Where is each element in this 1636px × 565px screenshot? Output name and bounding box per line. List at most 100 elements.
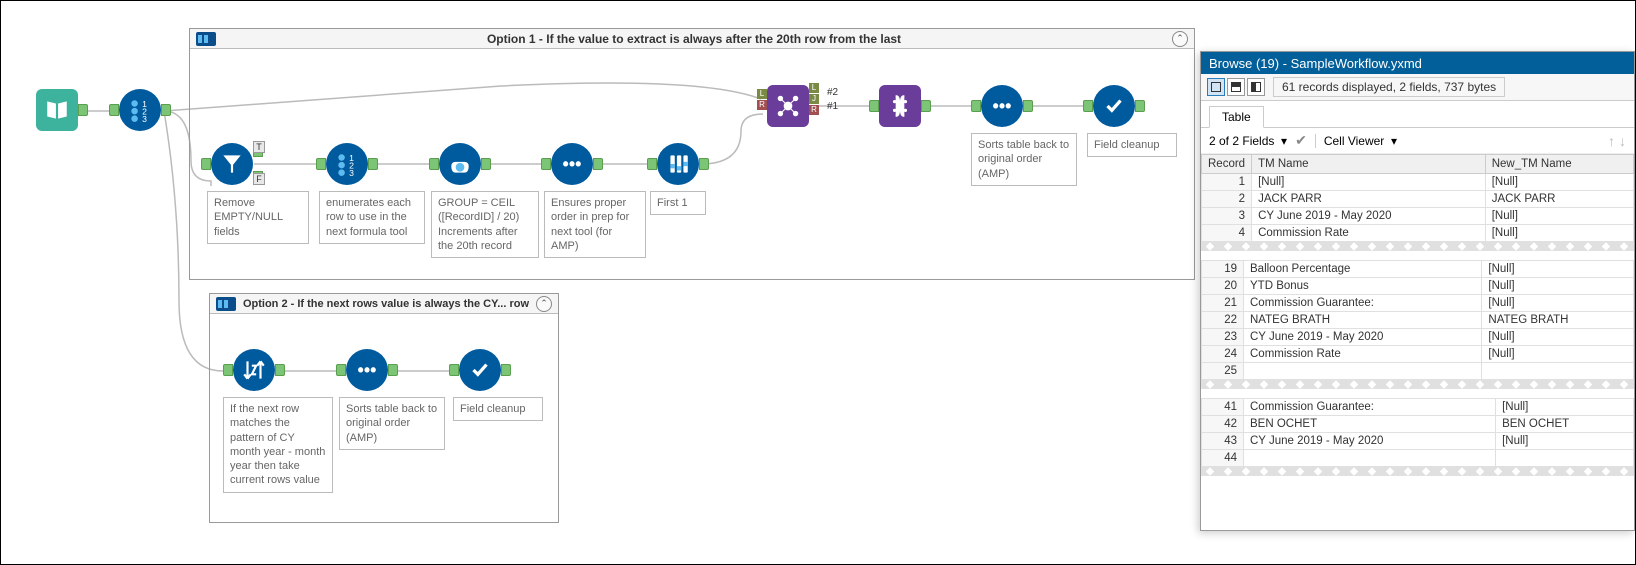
collapse-button[interactable]: ⌃: [1172, 31, 1188, 47]
cell-tm-name[interactable]: Commission Rate: [1244, 346, 1482, 363]
cell-new-tm-name[interactable]: [1496, 450, 1634, 467]
cell-new-tm-name[interactable]: [Null]: [1482, 329, 1634, 346]
output-anchor[interactable]: [388, 364, 398, 376]
cell-new-tm-name[interactable]: [Null]: [1482, 346, 1634, 363]
output-anchor[interactable]: [78, 104, 88, 116]
table-row[interactable]: 4Commission Rate[Null]: [1202, 225, 1634, 242]
cell-tm-name[interactable]: CY June 2019 - May 2020: [1244, 329, 1482, 346]
input-anchor[interactable]: [1083, 100, 1093, 112]
join-j-out[interactable]: J: [809, 94, 819, 104]
view-split-v-icon[interactable]: [1247, 78, 1265, 96]
table-row[interactable]: 41Commission Guarantee:[Null]: [1202, 399, 1634, 416]
cell-tm-name[interactable]: YTD Bonus: [1244, 278, 1482, 295]
output-anchor[interactable]: [593, 158, 603, 170]
output-anchor[interactable]: [1023, 100, 1033, 112]
output-anchor[interactable]: [161, 104, 171, 116]
nav-down-icon[interactable]: ↓: [1619, 133, 1626, 149]
table-row[interactable]: 43CY June 2019 - May 2020[Null]: [1202, 433, 1634, 450]
cell-new-tm-name[interactable]: [Null]: [1482, 261, 1634, 278]
cell-new-tm-name[interactable]: [Null]: [1482, 295, 1634, 312]
cell-new-tm-name[interactable]: [Null]: [1482, 278, 1634, 295]
sample-tool[interactable]: [657, 143, 699, 185]
table-row[interactable]: 23CY June 2019 - May 2020[Null]: [1202, 329, 1634, 346]
record-id-tool-2[interactable]: 123: [326, 143, 368, 185]
table-row[interactable]: 3CY June 2019 - May 2020[Null]: [1202, 208, 1634, 225]
table-row[interactable]: 24Commission Rate[Null]: [1202, 346, 1634, 363]
output-anchor[interactable]: [921, 100, 931, 112]
col-record[interactable]: Record: [1202, 155, 1252, 174]
select-tool-1[interactable]: [1093, 85, 1135, 127]
cell-new-tm-name[interactable]: [Null]: [1496, 399, 1634, 416]
output-anchor[interactable]: [481, 158, 491, 170]
cell-tm-name[interactable]: [1244, 450, 1496, 467]
table-row[interactable]: 2JACK PARRJACK PARR: [1202, 191, 1634, 208]
record-id-tool[interactable]: 123: [119, 89, 161, 131]
input-anchor[interactable]: [971, 100, 981, 112]
input-anchor[interactable]: [316, 158, 326, 170]
container-header[interactable]: Option 1 - If the value to extract is al…: [190, 29, 1194, 49]
col-new-tm-name[interactable]: New_TM Name: [1485, 155, 1633, 174]
table-row[interactable]: 20YTD Bonus[Null]: [1202, 278, 1634, 295]
output-anchor[interactable]: [368, 158, 378, 170]
cell-tm-name[interactable]: CY June 2019 - May 2020: [1252, 208, 1486, 225]
cell-tm-name[interactable]: Balloon Percentage: [1244, 261, 1482, 278]
cell-tm-name[interactable]: CY June 2019 - May 2020: [1244, 433, 1496, 450]
cell-tm-name[interactable]: NATEG BRATH: [1244, 312, 1482, 329]
container-header[interactable]: Option 2 - If the next rows value is alw…: [210, 294, 558, 314]
input-anchor[interactable]: [109, 104, 119, 116]
input-anchor[interactable]: [869, 100, 879, 112]
multirow-formula-tool[interactable]: [233, 349, 275, 391]
tab-table[interactable]: Table: [1209, 106, 1264, 128]
browse-results-panel[interactable]: Browse (19) - SampleWorkflow.yxmd 61 rec…: [1200, 51, 1635, 531]
cell-new-tm-name[interactable]: JACK PARR: [1485, 191, 1633, 208]
table-row[interactable]: 1[Null][Null]: [1202, 174, 1634, 191]
table-row[interactable]: 19Balloon Percentage[Null]: [1202, 261, 1634, 278]
output-anchor[interactable]: [501, 364, 511, 376]
results-table-2[interactable]: 19Balloon Percentage[Null]20YTD Bonus[Nu…: [1201, 260, 1634, 380]
cell-new-tm-name[interactable]: BEN OCHET: [1496, 416, 1634, 433]
input-anchor[interactable]: [647, 158, 657, 170]
output-anchor[interactable]: [275, 364, 285, 376]
cell-new-tm-name[interactable]: [Null]: [1485, 174, 1633, 191]
select-tool-2[interactable]: [459, 349, 501, 391]
input-anchor[interactable]: [449, 364, 459, 376]
input-anchor[interactable]: [541, 158, 551, 170]
results-table[interactable]: Record TM Name New_TM Name 1[Null][Null]…: [1201, 154, 1634, 242]
collapse-button[interactable]: ⌃: [536, 296, 552, 312]
cell-tm-name[interactable]: [Null]: [1252, 174, 1486, 191]
cell-tm-name[interactable]: Commission Rate: [1252, 225, 1486, 242]
table-row[interactable]: 44: [1202, 450, 1634, 467]
view-split-h-icon[interactable]: [1227, 78, 1245, 96]
cell-new-tm-name[interactable]: [Null]: [1485, 208, 1633, 225]
check-icon[interactable]: ✔: [1295, 132, 1307, 149]
input-anchor[interactable]: [201, 158, 211, 170]
col-tm-name[interactable]: TM Name: [1252, 155, 1486, 174]
input-anchor[interactable]: [336, 364, 346, 376]
join-l-out[interactable]: L: [809, 83, 819, 93]
table-row[interactable]: 42BEN OCHETBEN OCHET: [1202, 416, 1634, 433]
join-r-out[interactable]: R: [809, 105, 819, 115]
cell-tm-name[interactable]: JACK PARR: [1252, 191, 1486, 208]
sort-tool-2[interactable]: •••: [981, 85, 1023, 127]
cell-new-tm-name[interactable]: [Null]: [1496, 433, 1634, 450]
results-table-3[interactable]: 41Commission Guarantee:[Null]42BEN OCHET…: [1201, 398, 1634, 467]
table-row[interactable]: 22NATEG BRATHNATEG BRATH: [1202, 312, 1634, 329]
filter-tool[interactable]: T F: [211, 143, 253, 185]
input-anchor[interactable]: [223, 364, 233, 376]
output-anchor[interactable]: [699, 158, 709, 170]
nav-up-icon[interactable]: ↑: [1608, 133, 1615, 149]
cell-new-tm-name[interactable]: NATEG BRATH: [1482, 312, 1634, 329]
join-right-anchor[interactable]: R: [757, 100, 767, 110]
formula-tool[interactable]: [439, 143, 481, 185]
workflow-canvas[interactable]: 123 Option 1 - If the value to extract i…: [1, 1, 1196, 564]
cell-tm-name[interactable]: Commission Guarantee:: [1244, 295, 1482, 312]
sort-tool-1[interactable]: •••: [551, 143, 593, 185]
table-row[interactable]: 21Commission Guarantee:[Null]: [1202, 295, 1634, 312]
cell-tm-name[interactable]: BEN OCHET: [1244, 416, 1496, 433]
cell-viewer-dropdown[interactable]: Cell Viewer ▾: [1315, 134, 1397, 148]
fields-dropdown[interactable]: 2 of 2 Fields ▾: [1209, 134, 1287, 148]
input-anchor[interactable]: [429, 158, 439, 170]
cell-tm-name[interactable]: Commission Guarantee:: [1244, 399, 1496, 416]
sort-tool-3[interactable]: •••: [346, 349, 388, 391]
text-input-tool[interactable]: [36, 89, 78, 131]
